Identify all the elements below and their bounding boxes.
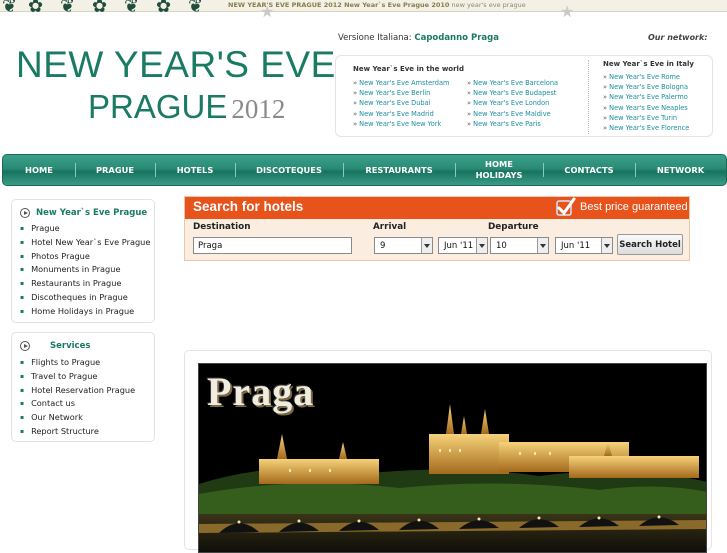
sidebar-link[interactable]: Our Network xyxy=(20,411,135,425)
italy-links-col: » New Year's Eve Rome » New Year's Eve B… xyxy=(603,72,689,133)
nav-network[interactable]: NETWORK xyxy=(635,155,726,185)
network-link[interactable]: » New Year's Eve Florence xyxy=(603,123,689,133)
site-title-line1: NEW YEAR'S EVE xyxy=(16,44,336,85)
sidebar-link[interactable]: Monuments in Prague xyxy=(20,263,150,277)
star-icon: ★ xyxy=(260,2,275,21)
departure-month-select[interactable]: Jun '11 xyxy=(555,237,613,254)
our-network-label: Our network: xyxy=(648,33,708,42)
chevron-down-icon xyxy=(421,238,432,253)
sidebar-link[interactable]: Flights to Prague xyxy=(20,356,135,370)
network-link[interactable]: » New Year's Eve Rome xyxy=(603,72,689,82)
chevron-down-icon xyxy=(601,238,612,253)
network-link[interactable]: » New Year's Eve Turin xyxy=(603,113,689,123)
sidebar-link[interactable]: Hotel Reservation Prague xyxy=(20,384,135,398)
italian-version-link[interactable]: Capodanno Praga xyxy=(414,33,499,43)
sidebar-link[interactable]: Travel to Prague xyxy=(20,370,135,384)
network-link[interactable]: » New Year's Eve New York xyxy=(353,119,449,129)
network-link[interactable]: » New Year's Eve London xyxy=(467,98,558,108)
sidebar-link[interactable]: Home Holidays in Prague xyxy=(20,305,150,319)
nav-home[interactable]: HOME xyxy=(3,155,75,185)
best-price-label: Best price guaranteed xyxy=(580,201,688,213)
italian-version: Versione Italiana: Capodanno Praga xyxy=(338,33,499,43)
sidebar-list: Flights to Prague Travel to Prague Hotel… xyxy=(20,356,135,439)
sidebar-box-prague: New Year`s Eve Prague Prague Hotel New Y… xyxy=(11,199,155,323)
nav-restaurants[interactable]: RESTAURANTS xyxy=(343,155,455,185)
divider xyxy=(588,60,589,134)
sidebar-link[interactable]: Restaurants in Prague xyxy=(20,277,150,291)
sidebar-list: Prague Hotel New Year`s Eve Prague Photo… xyxy=(20,222,150,319)
network-box: New Year`s Eve in the world » New Year's… xyxy=(335,55,713,137)
network-link[interactable]: » New Year's Eve Maldive xyxy=(467,109,558,119)
sidebar-link[interactable]: Photos Prague xyxy=(20,250,150,264)
sidebar-box-title[interactable]: New Year`s Eve Prague xyxy=(20,208,147,218)
sidebar-link[interactable]: Prague xyxy=(20,222,150,236)
italy-heading: New Year`s Eve in Italy xyxy=(603,60,694,68)
ornament-decoration: ❦ ✿ ❦ ✿ ❦ ✿ ❦ xyxy=(2,0,204,17)
network-link[interactable]: » New Year's Eve Budapest xyxy=(467,88,558,98)
sidebar-link[interactable]: Discotheques in Prague xyxy=(20,291,150,305)
photo-caption: Praga xyxy=(207,369,315,414)
destination-input[interactable]: Praga xyxy=(193,237,352,254)
network-link[interactable]: » New Year's Eve Palermo xyxy=(603,92,689,102)
network-link[interactable]: » New Year's Eve Neaples xyxy=(603,103,689,113)
sidebar-link[interactable]: Hotel New Year`s Eve Prague xyxy=(20,236,150,250)
top-strip: ❦ ✿ ❦ ✿ ❦ ✿ ❦ NEW YEAR'S EVE PRAGUE 2012 New Y… xyxy=(0,0,727,17)
checkmark-icon xyxy=(556,197,576,216)
site-title-line2: PRAGUE 2012 xyxy=(88,88,286,125)
prague-photo: Praga xyxy=(198,363,707,553)
play-circle-icon xyxy=(20,341,30,351)
arrival-day-select[interactable]: 9 xyxy=(374,237,433,254)
world-links-col2: » New Year's Eve Barcelona » New Year's … xyxy=(467,78,558,129)
star-icon: ★ xyxy=(560,2,575,21)
sidebar-box-services: Services Flights to Prague Travel to Pra… xyxy=(11,332,155,442)
sidebar-link[interactable]: Contact us xyxy=(20,397,135,411)
main-nav: HOME PRAGUE HOTELS DISCOTEQUES RESTAURAN… xyxy=(2,154,727,186)
network-link[interactable]: » New Year's Eve Bologna xyxy=(603,82,689,92)
chevron-down-icon xyxy=(476,238,487,253)
network-link[interactable]: » New Year's Eve Paris xyxy=(467,119,558,129)
departure-day-select[interactable]: 10 xyxy=(490,237,549,254)
search-hotel-button[interactable]: Search Hotel xyxy=(617,234,683,255)
network-link[interactable]: » New Year's Eve Madrid xyxy=(353,109,449,119)
departure-label: Departure xyxy=(488,222,539,232)
chevron-down-icon xyxy=(537,238,548,253)
network-link[interactable]: » New Year's Eve Dubai xyxy=(353,98,449,108)
nav-contacts[interactable]: CONTACTS xyxy=(543,155,635,185)
arrival-month-select[interactable]: Jun '11 xyxy=(438,237,488,254)
network-link[interactable]: » New Year's Eve Amsterdam xyxy=(353,78,449,88)
world-heading: New Year`s Eve in the world xyxy=(353,65,464,73)
nav-prague[interactable]: PRAGUE xyxy=(75,155,155,185)
sidebar-link[interactable]: Report Structure xyxy=(20,425,135,439)
network-link[interactable]: » New Year's Eve Berlin xyxy=(353,88,449,98)
nav-home-holidays[interactable]: HOME HOLIDAYS xyxy=(455,155,543,185)
nav-discoteques[interactable]: DISCOTEQUES xyxy=(235,155,343,185)
hotel-search-header: Search for hotels Best price guaranteed xyxy=(185,197,689,219)
arrival-label: Arrival xyxy=(373,222,407,232)
sidebar-box-title[interactable]: Services xyxy=(20,341,90,351)
hotel-search-title: Search for hotels xyxy=(193,199,304,214)
hotel-search-widget: Search for hotels Best price guaranteed … xyxy=(184,196,690,261)
destination-label: Destination xyxy=(193,222,251,232)
world-links-col1: » New Year's Eve Amsterdam » New Year's … xyxy=(353,78,449,129)
site-title-year: 2012 xyxy=(231,94,286,124)
network-link[interactable]: » New Year's Eve Barcelona xyxy=(467,78,558,88)
play-circle-icon xyxy=(20,208,30,218)
nav-hotels[interactable]: HOTELS xyxy=(155,155,235,185)
